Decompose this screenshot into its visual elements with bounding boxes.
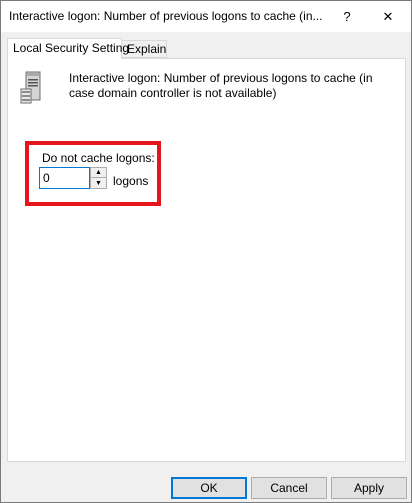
tab-panel — [7, 58, 406, 462]
cancel-button[interactable]: Cancel — [251, 477, 327, 499]
cache-logons-input[interactable] — [39, 167, 90, 189]
spin-down-button[interactable]: ▼ — [91, 178, 106, 188]
chevron-down-icon: ▼ — [95, 179, 102, 187]
cache-logons-label: Do not cache logons: — [42, 151, 155, 165]
logons-unit-label: logons — [113, 174, 149, 188]
close-button[interactable]: ✕ — [365, 1, 411, 32]
apply-button[interactable]: Apply — [331, 477, 407, 499]
help-button[interactable]: ? — [324, 1, 370, 32]
help-icon: ? — [343, 9, 351, 24]
chevron-up-icon: ▲ — [95, 169, 102, 176]
ok-button[interactable]: OK — [171, 477, 247, 499]
properties-dialog: Interactive logon: Number of previous lo… — [0, 0, 412, 503]
spin-up-button[interactable]: ▲ — [91, 168, 106, 178]
close-icon: ✕ — [382, 8, 394, 24]
window-title: Interactive logon: Number of previous lo… — [9, 9, 323, 23]
tab-local-security-setting[interactable]: Local Security Setting — [7, 38, 129, 59]
server-icon — [20, 71, 41, 104]
title-bar: Interactive logon: Number of previous lo… — [1, 1, 411, 32]
policy-description: Interactive logon: Number of previous lo… — [69, 71, 373, 100]
cache-logons-spinner: ▲ ▼ — [90, 167, 107, 189]
